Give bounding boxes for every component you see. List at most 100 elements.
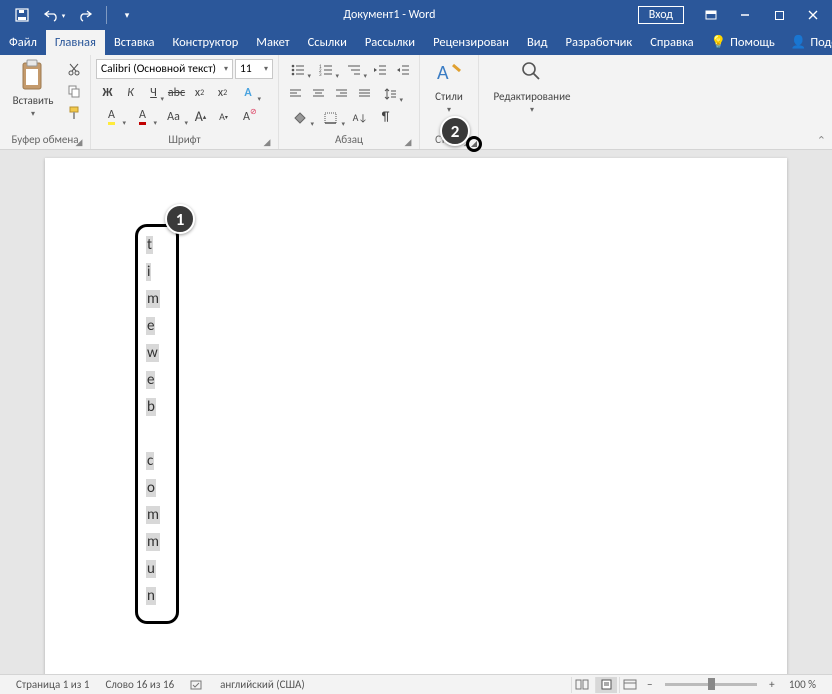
superscript-button[interactable]: x2 — [211, 82, 234, 103]
multilevel-button[interactable]: ▾ — [340, 59, 368, 80]
copy-icon[interactable] — [63, 81, 85, 101]
ribbon-tabs: Файл Главная Вставка Конструктор Макет С… — [0, 30, 832, 55]
quick-access-toolbar: ▾ ▾ — [0, 4, 141, 26]
tab-mailings[interactable]: Рассылки — [356, 30, 424, 55]
text-effects-button[interactable]: A▾ — [234, 82, 262, 103]
tab-view[interactable]: Вид — [518, 30, 557, 55]
styles-button[interactable]: A Стили ▾ — [425, 57, 473, 115]
redo-icon[interactable] — [72, 4, 100, 26]
show-marks-button[interactable]: ¶ — [374, 107, 397, 128]
lightbulb-icon: 💡 — [711, 35, 727, 50]
char: n — [146, 587, 156, 605]
paste-button[interactable]: Вставить ▾ — [5, 57, 61, 119]
ribbon-display-icon[interactable] — [696, 4, 726, 26]
zoom-thumb[interactable] — [708, 678, 715, 690]
dialog-launcher-icon[interactable]: ◢ — [73, 136, 85, 148]
dialog-launcher-icon[interactable]: ◢ — [402, 136, 414, 148]
close-icon[interactable] — [798, 4, 828, 26]
italic-button[interactable]: К — [119, 82, 142, 103]
borders-button[interactable]: ▾ — [315, 107, 346, 128]
save-icon[interactable] — [8, 4, 36, 26]
chevron-down-icon: ▾ — [530, 105, 534, 115]
selected-text-block[interactable]: t i m e w e b c o m m u n — [135, 224, 179, 624]
bold-button[interactable]: Ж — [96, 82, 119, 103]
tell-me-button[interactable]: 💡Помощь — [703, 30, 783, 55]
char: o — [146, 479, 156, 497]
tab-review[interactable]: Рецензирован — [424, 30, 518, 55]
tab-help[interactable]: Справка — [641, 30, 702, 55]
underline-button[interactable]: Ч▾ — [142, 82, 165, 103]
cut-icon[interactable] — [63, 59, 85, 79]
print-layout-icon[interactable] — [595, 677, 617, 693]
subscript-button[interactable]: x2 — [188, 82, 211, 103]
align-left-button[interactable] — [284, 83, 307, 104]
page[interactable]: t i m e w e b c o m m u n 1 — [45, 158, 787, 674]
tab-file[interactable]: Файл — [0, 30, 46, 55]
numbering-button[interactable]: 123▾ — [312, 59, 340, 80]
font-color-button[interactable]: A▾ — [127, 106, 158, 127]
highlight-button[interactable]: A▾ — [96, 106, 127, 127]
justify-button[interactable] — [353, 83, 376, 104]
sign-in-button[interactable]: Вход — [638, 6, 684, 24]
qat-customize-icon[interactable]: ▾ — [113, 4, 141, 26]
change-case-button[interactable]: Aa▾ — [158, 106, 189, 127]
web-layout-icon[interactable] — [619, 677, 641, 693]
char: m — [146, 290, 160, 308]
tab-design[interactable]: Конструктор — [163, 30, 247, 55]
sort-button[interactable]: А↓ — [346, 107, 374, 128]
clear-format-button[interactable]: A⊘ — [235, 106, 258, 127]
read-mode-icon[interactable] — [571, 677, 593, 693]
undo-icon[interactable]: ▾ — [40, 4, 68, 26]
format-painter-icon[interactable] — [63, 103, 85, 123]
dialog-launcher-highlight: ◢ — [466, 136, 482, 152]
collapse-ribbon-icon[interactable]: ⌃ — [817, 134, 826, 147]
language-indicator[interactable]: английский (США) — [212, 678, 313, 691]
shrink-font-button[interactable]: A▾ — [212, 106, 235, 127]
tab-layout[interactable]: Макет — [247, 30, 298, 55]
share-button[interactable]: 👤Поделиться — [783, 30, 832, 55]
callout-2: 2 — [440, 116, 470, 146]
line-spacing-button[interactable]: ▾ — [376, 83, 404, 104]
grow-font-button[interactable]: A▴ — [189, 106, 212, 127]
svg-text:A: A — [437, 61, 449, 85]
align-center-button[interactable] — [307, 83, 330, 104]
tab-references[interactable]: Ссылки — [299, 30, 356, 55]
maximize-icon[interactable] — [764, 4, 794, 26]
zoom-out-button[interactable]: − — [643, 678, 657, 691]
indent-dec-button[interactable] — [368, 59, 391, 80]
divider — [106, 6, 107, 24]
styles-icon: A — [435, 59, 463, 89]
char: c — [146, 452, 154, 470]
char: t — [146, 236, 153, 254]
chevron-down-icon: ▾ — [31, 109, 35, 119]
tab-insert[interactable]: Вставка — [105, 30, 164, 55]
zoom-in-button[interactable]: + — [765, 678, 779, 691]
dialog-launcher-icon[interactable]: ◢ — [261, 136, 273, 148]
window-controls: Вход — [638, 4, 832, 26]
tab-home[interactable]: Главная — [46, 30, 105, 55]
group-editing: Редактирование ▾ — [479, 55, 585, 149]
zoom-slider[interactable] — [665, 683, 757, 686]
spellcheck-icon[interactable] — [182, 679, 212, 691]
group-label-font: Шрифт◢ — [96, 133, 273, 149]
char: w — [146, 344, 159, 362]
font-size-combo[interactable]: 11▾ — [235, 59, 273, 79]
indent-inc-button[interactable] — [391, 59, 414, 80]
strike-button[interactable]: abc — [165, 82, 188, 103]
bullets-button[interactable]: ▾ — [284, 59, 312, 80]
minimize-icon[interactable] — [730, 4, 760, 26]
word-count[interactable]: Слово 16 из 16 — [97, 678, 182, 691]
document-area: t i m e w e b c o m m u n 1 — [0, 150, 832, 674]
editing-button[interactable]: Редактирование ▾ — [484, 57, 580, 115]
search-icon — [519, 59, 545, 89]
font-name-combo[interactable]: Calibri (Основной текст)▾ — [96, 59, 233, 79]
page-indicator[interactable]: Страница 1 из 1 — [8, 678, 97, 691]
align-right-button[interactable] — [330, 83, 353, 104]
person-icon: 👤 — [791, 35, 807, 50]
char: m — [146, 533, 160, 551]
shading-button[interactable]: ▾ — [284, 107, 315, 128]
tab-developer[interactable]: Разработчик — [557, 30, 642, 55]
svg-text:3: 3 — [319, 72, 322, 76]
char: m — [146, 506, 160, 524]
zoom-level[interactable]: 100 % — [781, 678, 824, 691]
